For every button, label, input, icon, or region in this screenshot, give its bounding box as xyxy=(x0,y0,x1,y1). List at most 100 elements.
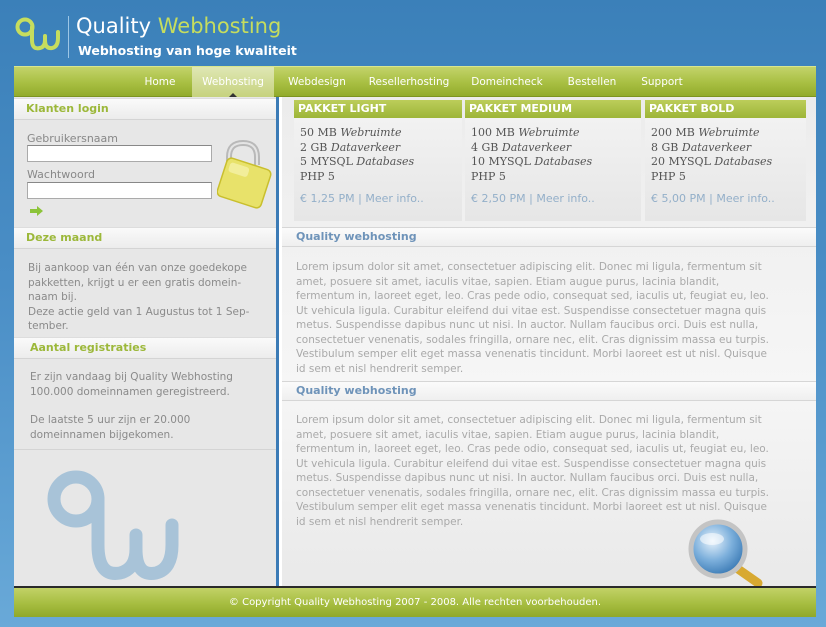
text-line: fermentum in, laoreet eget, leo. Cras pe… xyxy=(296,443,769,455)
nav-item-webdesign[interactable]: Webdesign xyxy=(280,67,354,97)
month-text-line: Bij aankoop van één van onze goedekope xyxy=(28,262,247,274)
package-feature: 8 GB Dataverkeer xyxy=(651,141,802,156)
registrations-text: Er zijn vandaag bij Quality Webhosting 1… xyxy=(30,370,266,442)
username-label: Gebruikersnaam xyxy=(27,132,118,145)
site-title-accent: Webhosting xyxy=(157,14,282,38)
month-heading: Deze maand xyxy=(14,227,276,249)
more-info-link[interactable]: Meer info.. xyxy=(716,192,774,205)
registrations-heading: Aantal registraties xyxy=(14,337,276,359)
registrations-text-line: Er zijn vandaag bij Quality Webhosting xyxy=(30,371,233,383)
text-line: Vestibulum semper elit eget massa venena… xyxy=(296,501,767,513)
main-wrapper: Klanten login Gebruikersnaam Wachtwoord … xyxy=(14,97,816,586)
package-feature: PHP 5 xyxy=(651,169,686,183)
package-light: PAKKET LIGHT 50 MB Webruimte 2 GB Datave… xyxy=(294,100,462,221)
package-feature: 5 MYSQL Databases xyxy=(300,155,458,170)
arrow-right-icon xyxy=(30,206,43,216)
separator: | xyxy=(529,192,533,205)
nav-item-bestellen[interactable]: Bestellen xyxy=(560,67,624,97)
feature-label: Dataverkeer xyxy=(681,140,752,154)
separator: | xyxy=(709,192,713,205)
month-text-line: Deze actie geld van 1 Augustus tot 1 Sep… xyxy=(28,305,250,318)
site-title[interactable]: Quality Webhosting xyxy=(76,14,281,38)
package-feature: PHP 5 xyxy=(300,169,335,183)
feature-value: 2 GB xyxy=(300,140,328,154)
qw-watermark-icon xyxy=(40,465,180,586)
text-line: amet, posuere sit amet, iaculis vitae, s… xyxy=(296,428,720,441)
month-text-line: tember. xyxy=(28,320,69,332)
feature-value: 100 MB xyxy=(471,126,515,139)
package-price: € 5,00 PM xyxy=(651,192,706,205)
package-price: € 1,25 PM xyxy=(300,192,355,205)
package-price-row: € 2,50 PM | Meer info.. xyxy=(471,192,637,207)
text-line: Ut vehicula ligula. Curabitur eleifend d… xyxy=(296,457,767,470)
feature-label: Webruimte xyxy=(698,126,760,139)
text-line: Lorem ipsum dolor sit amet, consectetuer… xyxy=(296,414,762,426)
password-field[interactable] xyxy=(27,182,212,199)
nav-item-resellerhosting[interactable]: Resellerhosting xyxy=(364,67,454,97)
package-feature: 2 GB Dataverkeer xyxy=(300,141,458,156)
feature-label: Webruimte xyxy=(340,126,402,139)
month-text: Bij aankoop van één van onze goedekope p… xyxy=(28,261,264,334)
header-divider xyxy=(68,16,69,58)
feature-label: Databases xyxy=(714,155,773,168)
nav-item-webhosting[interactable]: Webhosting xyxy=(192,67,274,97)
main-nav: Home Webhosting Webdesign Resellerhostin… xyxy=(14,66,816,97)
site-title-main: Quality xyxy=(76,14,152,38)
nav-item-home[interactable]: Home xyxy=(132,67,188,97)
more-info-link[interactable]: Meer info.. xyxy=(365,192,423,205)
site-tagline: Webhosting van hoge kwaliteit xyxy=(78,43,297,58)
package-feature: 10 MYSQL Databases xyxy=(471,155,637,170)
feature-label: Dataverkeer xyxy=(501,140,572,154)
package-title: PAKKET MEDIUM xyxy=(465,100,641,118)
feature-label: Databases xyxy=(356,155,415,168)
package-title: PAKKET BOLD xyxy=(645,100,806,118)
section-heading: Quality webhosting xyxy=(282,227,816,247)
text-line: metus. Suspendisse dapibus nunc ut nisi.… xyxy=(296,472,759,484)
text-line: consectetuer venenatis, sodales fringill… xyxy=(296,333,769,346)
login-submit-button[interactable] xyxy=(30,206,44,216)
feature-value: 5 MYSQL xyxy=(300,155,353,168)
section-heading: Quality webhosting xyxy=(282,381,816,401)
package-price-row: € 1,25 PM | Meer info.. xyxy=(300,192,458,207)
section-text: Lorem ipsum dolor sit amet, consectetuer… xyxy=(296,260,808,376)
feature-value: 200 MB xyxy=(651,126,695,139)
content-area: PAKKET LIGHT 50 MB Webruimte 2 GB Datave… xyxy=(282,97,816,586)
section-text: Lorem ipsum dolor sit amet, consectetuer… xyxy=(296,413,808,529)
registrations-text-line: 100.000 domeinnamen geregistreerd. xyxy=(30,385,230,398)
username-field[interactable] xyxy=(27,145,212,162)
feature-value: 4 GB xyxy=(471,140,499,154)
text-line: amet, posuere sit amet, iaculis vitae, s… xyxy=(296,275,720,288)
registrations-text-line: De laatste 5 uur zijn er 20.000 xyxy=(30,414,191,426)
feature-value: 10 MYSQL xyxy=(471,155,531,168)
login-heading: Klanten login xyxy=(14,98,276,120)
feature-label: Databases xyxy=(534,155,593,168)
feature-value: 20 MYSQL xyxy=(651,155,711,168)
sidebar-divider xyxy=(14,449,276,450)
package-feature: 50 MB Webruimte xyxy=(300,126,458,141)
package-title: PAKKET LIGHT xyxy=(294,100,462,118)
qw-logo-icon[interactable] xyxy=(14,16,62,56)
nav-item-domeincheck[interactable]: Domeincheck xyxy=(464,67,550,97)
feature-label: Webruimte xyxy=(518,126,580,139)
text-line: id sem et nisl hendrerit semper. xyxy=(296,362,464,375)
package-medium: PAKKET MEDIUM 100 MB Webruimte 4 GB Data… xyxy=(465,100,641,221)
text-line: Vestibulum semper elit eget massa venena… xyxy=(296,348,767,360)
more-info-link[interactable]: Meer info.. xyxy=(536,192,594,205)
text-line: fermentum in, laoreet eget, leo. Cras pe… xyxy=(296,290,769,302)
package-bold: PAKKET BOLD 200 MB Webruimte 8 GB Datave… xyxy=(645,100,806,221)
nav-item-support[interactable]: Support xyxy=(634,67,690,97)
package-body: 100 MB Webruimte 4 GB Dataverkeer 10 MYS… xyxy=(465,118,641,221)
package-feature: 100 MB Webruimte xyxy=(471,126,637,141)
package-price: € 2,50 PM xyxy=(471,192,526,205)
text-line: metus. Suspendisse dapibus nunc ut nisi.… xyxy=(296,319,759,331)
separator: | xyxy=(358,192,362,205)
password-label: Wachtwoord xyxy=(27,168,96,181)
text-line: consectetuer venenatis, sodales fringill… xyxy=(296,486,769,499)
registrations-text-line: domeinnamen bijgekomen. xyxy=(30,428,174,441)
package-price-row: € 5,00 PM | Meer info.. xyxy=(651,192,802,207)
package-feature: PHP 5 xyxy=(471,169,506,183)
feature-value: 8 GB xyxy=(651,140,679,154)
package-feature: 4 GB Dataverkeer xyxy=(471,141,637,156)
feature-value: 50 MB xyxy=(300,126,337,139)
